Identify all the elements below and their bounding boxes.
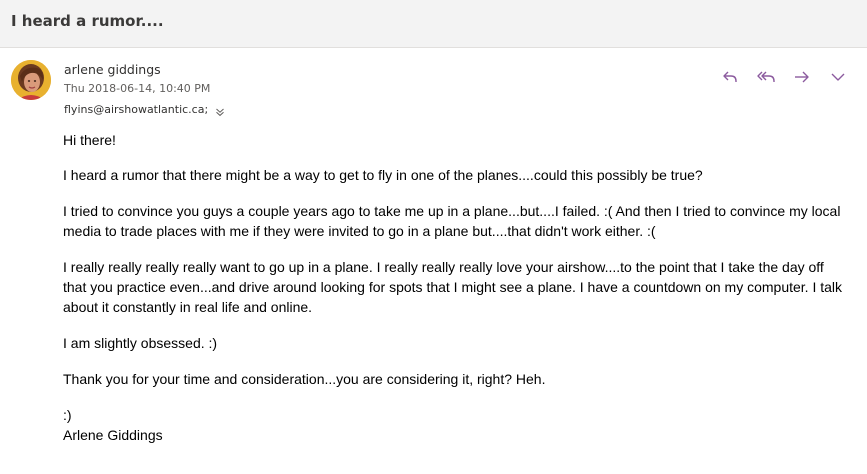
avatar-photo-icon — [11, 60, 51, 100]
reply-all-button[interactable] — [755, 66, 777, 88]
message-body: Hi there! I heard a rumor that there mig… — [63, 130, 843, 461]
message-card: arlene giddings Thu 2018-06-14, 10:40 PM… — [0, 47, 867, 474]
signature-name: Arlene Giddings — [63, 427, 163, 443]
body-paragraph-2: I tried to convince you guys a couple ye… — [63, 203, 841, 239]
expand-recipients-icon[interactable] — [214, 103, 226, 117]
recipient-address[interactable]: flyins@airshowatlantic.ca; — [64, 103, 208, 116]
reply-icon — [723, 71, 737, 82]
chevron-down-icon — [831, 73, 845, 81]
signature-block: :) Arlene Giddings — [63, 405, 843, 445]
message-actions — [719, 66, 849, 88]
reply-all-icon — [757, 71, 775, 82]
recipient-row: flyins@airshowatlantic.ca; — [64, 101, 226, 117]
forward-button[interactable] — [791, 66, 813, 88]
sender-name[interactable]: arlene giddings — [64, 62, 161, 77]
body-paragraph-5: Thank you for your time and consideratio… — [63, 371, 546, 387]
body-paragraph-4: I am slightly obsessed. :) — [63, 335, 218, 351]
reply-button[interactable] — [719, 66, 741, 88]
subject-bar: I heard a rumor.... — [0, 0, 867, 46]
greeting: Hi there! — [63, 132, 116, 148]
email-subject: I heard a rumor.... — [11, 12, 164, 30]
forward-icon — [795, 71, 809, 83]
body-paragraph-3: I really really really really want to go… — [63, 259, 843, 315]
avatar[interactable] — [11, 60, 51, 100]
sent-date: Thu 2018-06-14, 10:40 PM — [64, 82, 211, 95]
body-paragraph-1: I heard a rumor that there might be a wa… — [63, 167, 703, 183]
signoff-smiley: :) — [63, 407, 72, 423]
more-actions-button[interactable] — [827, 66, 849, 88]
